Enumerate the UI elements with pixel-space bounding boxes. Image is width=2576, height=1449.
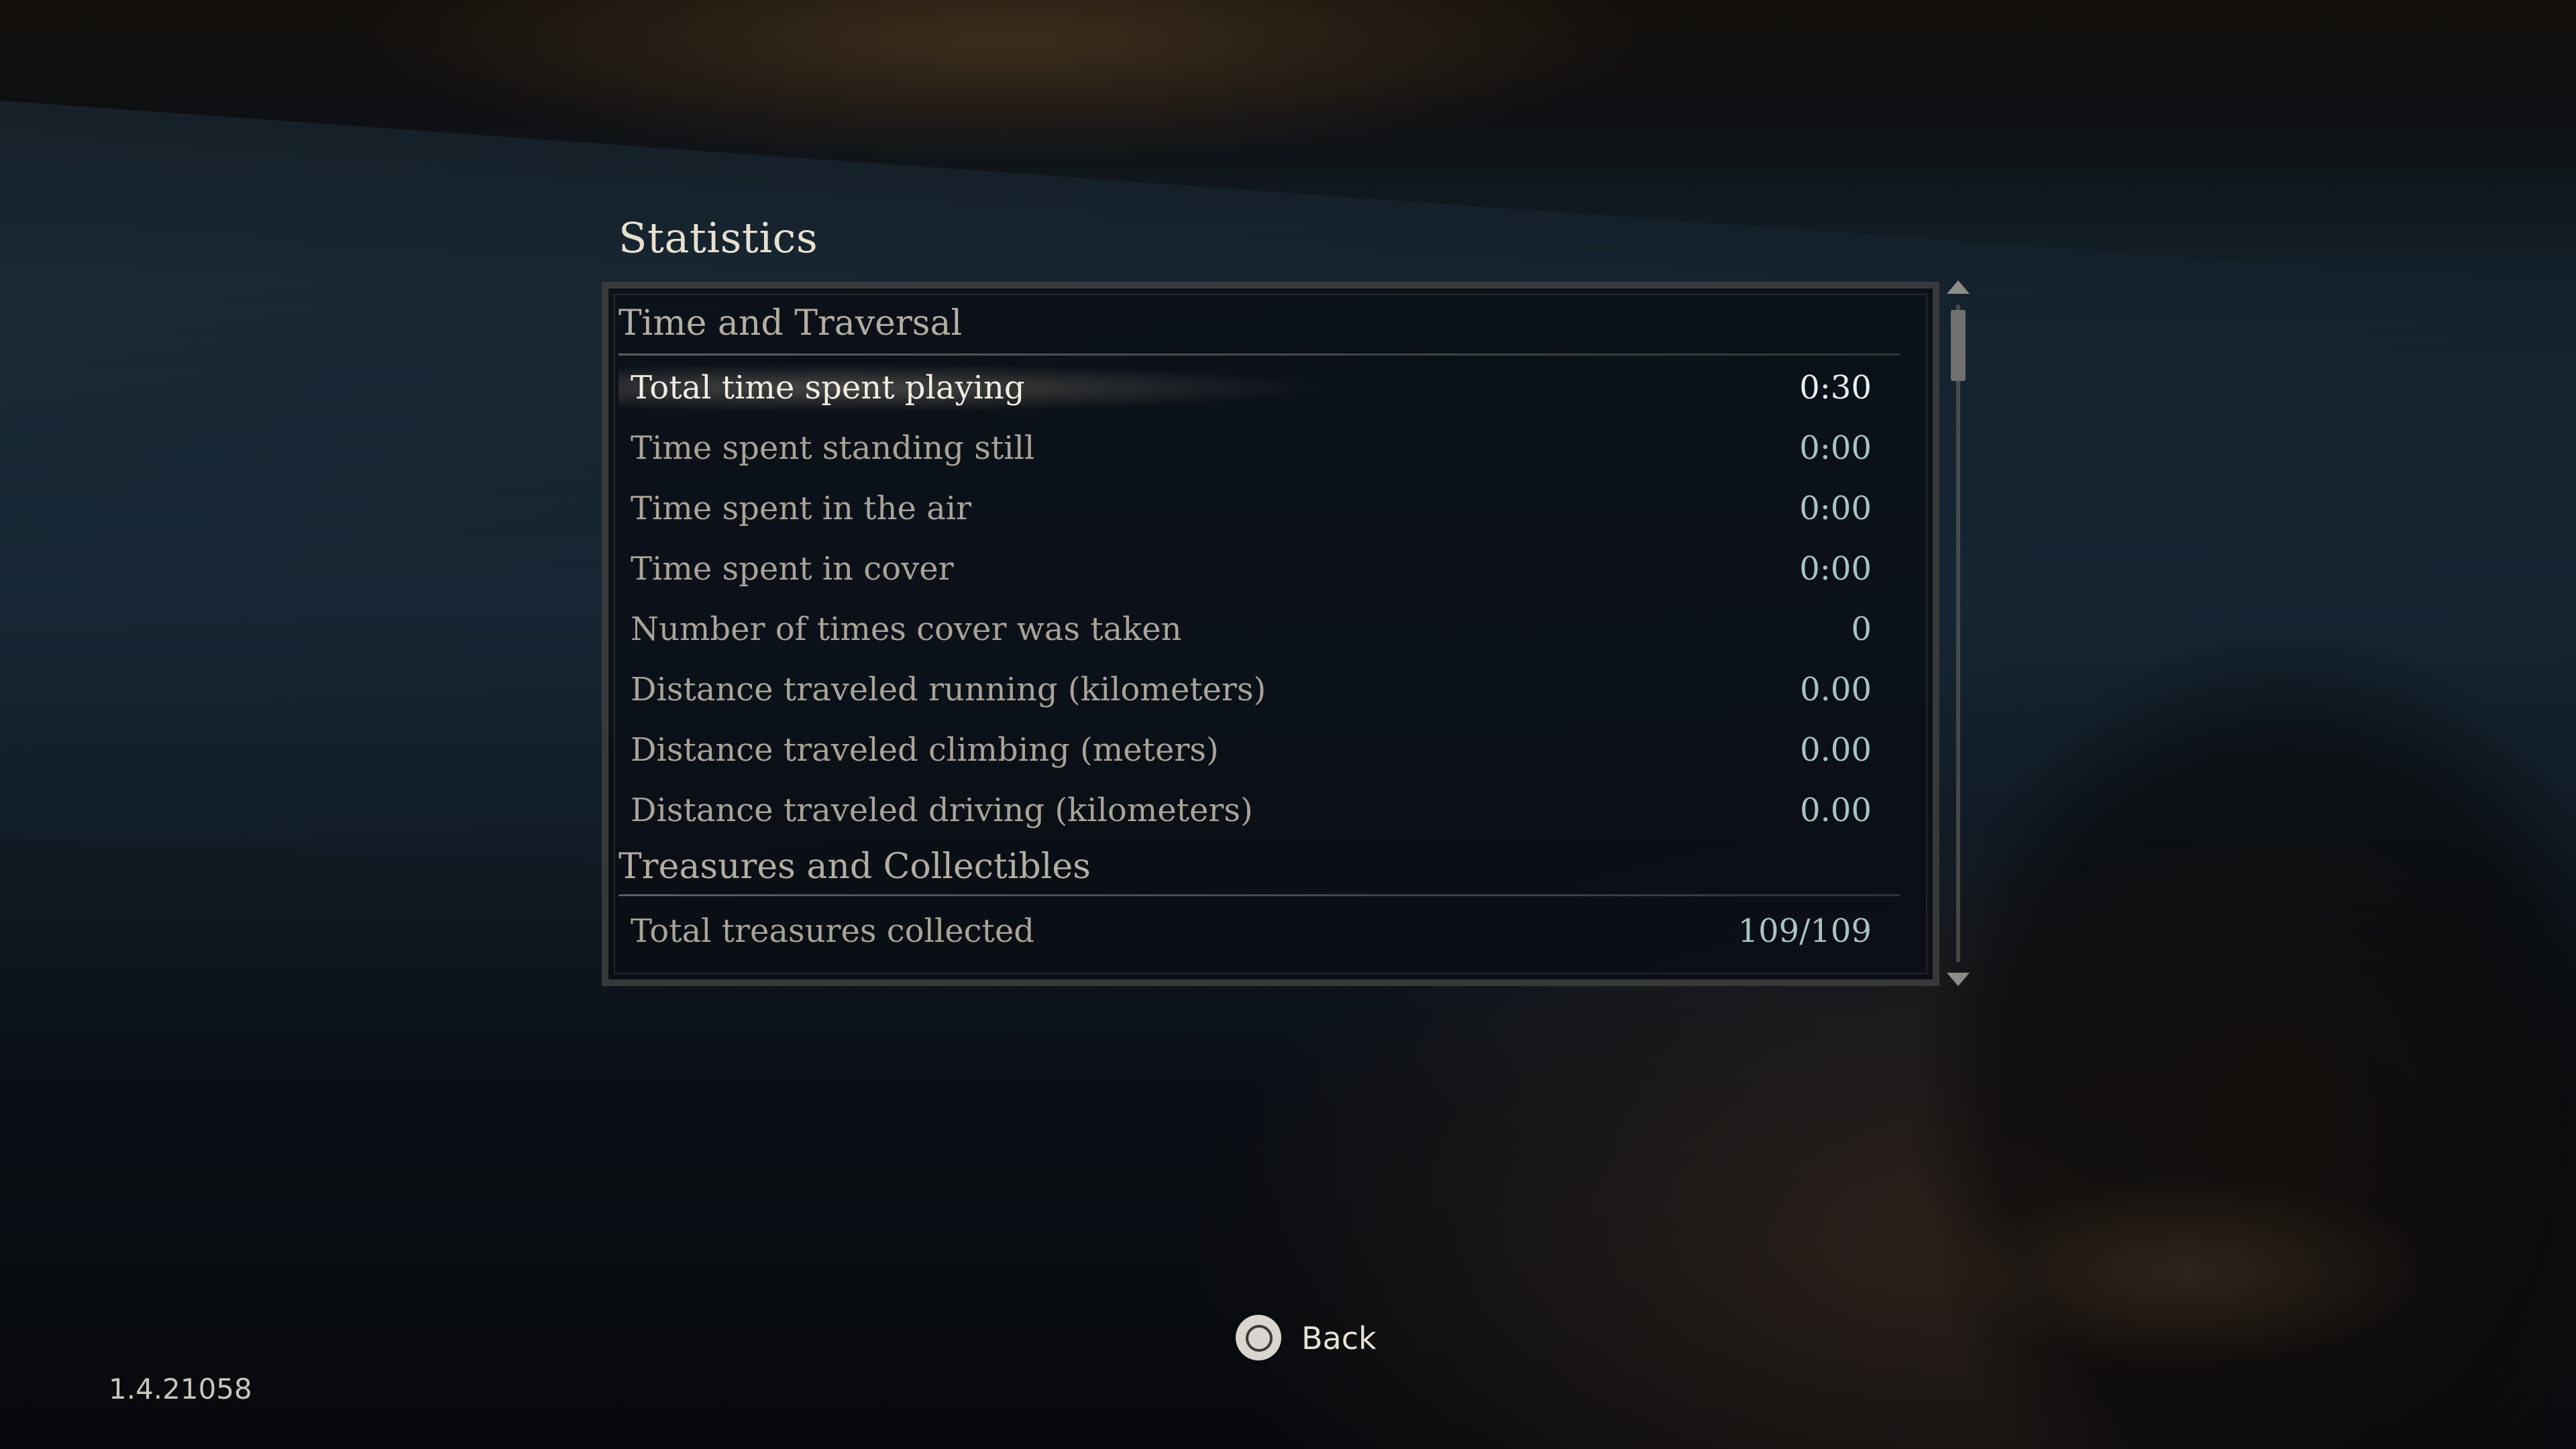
- stat-label: Distance traveled climbing (meters): [631, 731, 1219, 769]
- scroll-thumb[interactable]: [1951, 310, 1966, 381]
- background-steering-wheel: [1784, 1154, 2576, 1449]
- circle-button-icon: [1236, 1315, 1281, 1360]
- stat-label: Time spent standing still: [631, 429, 1035, 467]
- stat-row-distance-driving[interactable]: Distance traveled driving (kilometers) 0…: [619, 778, 1900, 839]
- stat-value: 0.00: [1800, 731, 1872, 769]
- scrollbar[interactable]: [1943, 280, 1974, 986]
- section-label: Time and Traversal: [619, 303, 963, 343]
- stat-label: Distance traveled running (kilometers): [631, 671, 1267, 708]
- stat-row-time-standing-still[interactable]: Time spent standing still 0:00: [619, 416, 1900, 476]
- stat-value: 109/109: [1737, 912, 1872, 950]
- section-label: Treasures and Collectibles: [619, 847, 1091, 887]
- stat-row-time-in-air[interactable]: Time spent in the air 0:00: [619, 476, 1900, 537]
- section-header-treasures-and-collectibles: Treasures and Collectibles: [619, 832, 1900, 896]
- stat-value: 0:00: [1799, 490, 1872, 527]
- stat-row-total-treasures-collected[interactable]: Total treasures collected 109/109: [619, 899, 1900, 959]
- stat-value: 0.00: [1800, 671, 1872, 708]
- scroll-track[interactable]: [1956, 305, 1960, 962]
- stat-label: Time spent in the air: [631, 490, 972, 527]
- section-header-time-and-traversal: Time and Traversal: [619, 288, 1900, 356]
- stat-label: Time spent in cover: [631, 550, 954, 588]
- stat-row-cover-taken-count[interactable]: Number of times cover was taken 0: [619, 597, 1900, 657]
- stat-value: 0:00: [1799, 429, 1872, 467]
- stat-label: Total treasures collected: [631, 912, 1034, 950]
- version-label: 1.4.21058: [109, 1373, 252, 1405]
- page-title: Statistics: [619, 213, 818, 262]
- scroll-up-arrow-icon[interactable]: [1947, 280, 1970, 294]
- stat-label: Distance traveled driving (kilometers): [631, 792, 1253, 829]
- back-label: Back: [1301, 1320, 1377, 1356]
- stat-row-time-in-cover[interactable]: Time spent in cover 0:00: [619, 537, 1900, 597]
- stat-row-distance-climbing[interactable]: Distance traveled climbing (meters) 0.00: [619, 718, 1900, 778]
- stat-value: 0.00: [1800, 792, 1872, 829]
- scroll-down-arrow-icon[interactable]: [1947, 973, 1970, 986]
- stat-value: 0: [1851, 610, 1872, 648]
- stat-label: Total time spent playing: [631, 369, 1025, 407]
- stat-value: 0:30: [1799, 369, 1872, 407]
- stat-value: 0:00: [1799, 550, 1872, 588]
- stat-row-distance-running[interactable]: Distance traveled running (kilometers) 0…: [619, 657, 1900, 718]
- section-divider: [619, 894, 1900, 896]
- stat-row-total-time-playing[interactable]: Total time spent playing 0:30: [619, 356, 1900, 416]
- stat-label: Number of times cover was taken: [631, 610, 1182, 648]
